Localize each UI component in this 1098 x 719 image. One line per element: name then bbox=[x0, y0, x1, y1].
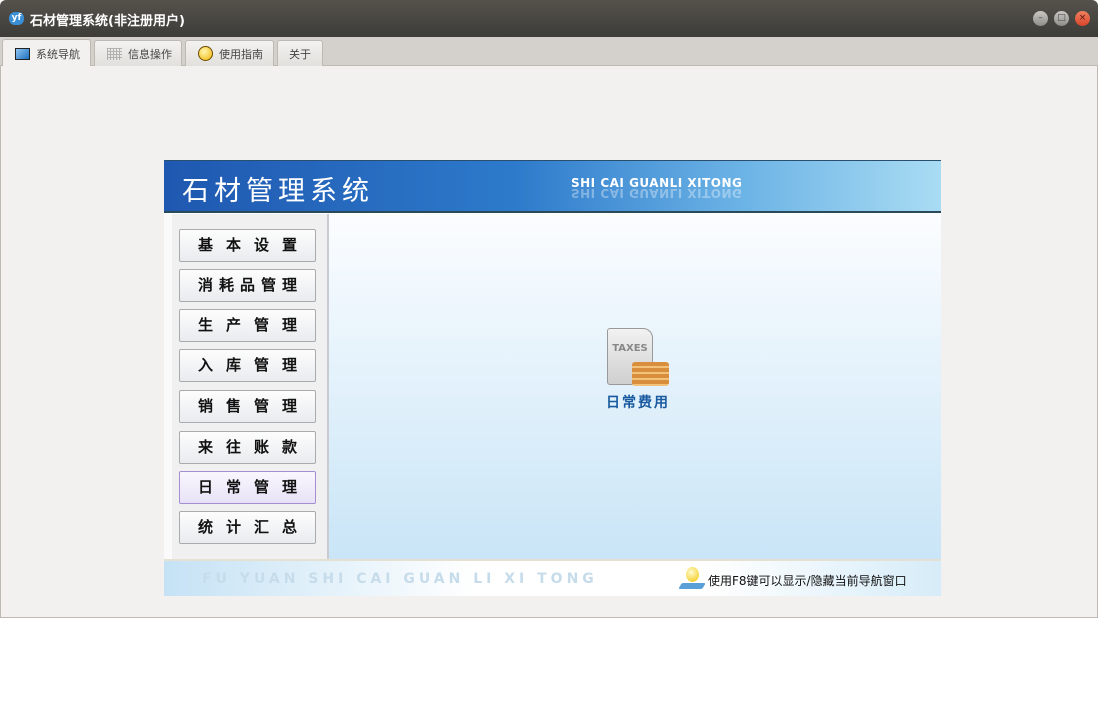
header-title: 石材管理系统 bbox=[182, 176, 374, 207]
maximize-button[interactable]: □ bbox=[1054, 11, 1069, 26]
title-bar: yf 石材管理系统(非注册用户) – □ × bbox=[0, 0, 1098, 37]
footer-brand: FU YUAN SHI CAI GUAN LI XI TONG bbox=[202, 571, 598, 587]
nav-consumables[interactable]: 消耗品管理 bbox=[179, 269, 316, 302]
lightbulb-icon bbox=[678, 567, 706, 593]
tab-label: 信息操作 bbox=[128, 47, 172, 61]
panel-header: 石材管理系统 SHI CAI GUANLI XITONG SHI CAI GUA… bbox=[164, 160, 941, 213]
nav-sidebar: 基本设置 消耗品管理 生产管理 入库管理 销售管理 来往账款 日常管理 统计汇总 bbox=[164, 214, 329, 559]
daily-expenses-item[interactable]: TAXES 日常费用 bbox=[601, 328, 675, 412]
coins-icon bbox=[632, 362, 669, 386]
tab-about[interactable]: 关于 bbox=[277, 40, 323, 66]
nav-sales[interactable]: 销售管理 bbox=[179, 390, 316, 423]
app-icon: yf bbox=[9, 12, 24, 25]
tab-label: 使用指南 bbox=[219, 47, 263, 61]
nav-basic-settings[interactable]: 基本设置 bbox=[179, 229, 316, 262]
footer-tip: 使用F8键可以显示/隐藏当前导航窗口 bbox=[708, 574, 907, 588]
nav-production[interactable]: 生产管理 bbox=[179, 309, 316, 342]
nav-inbound[interactable]: 入库管理 bbox=[179, 349, 316, 382]
tab-bar: 系统导航 信息操作 使用指南 关于 bbox=[0, 37, 1098, 67]
panel-footer: FU YUAN SHI CAI GUAN LI XI TONG 使用F8键可以显… bbox=[164, 559, 941, 596]
main-content: TAXES 日常费用 bbox=[329, 214, 941, 559]
window-title: 石材管理系统(非注册用户) bbox=[30, 14, 185, 29]
close-button[interactable]: × bbox=[1075, 11, 1090, 26]
nav-statistics[interactable]: 统计汇总 bbox=[179, 511, 316, 544]
minimize-button[interactable]: – bbox=[1033, 11, 1048, 26]
nav-daily[interactable]: 日常管理 bbox=[179, 471, 316, 504]
monitor-icon bbox=[15, 47, 30, 60]
tab-label: 系统导航 bbox=[36, 47, 80, 61]
nav-accounts[interactable]: 来往账款 bbox=[179, 431, 316, 464]
help-icon bbox=[198, 46, 213, 61]
tab-system-nav[interactable]: 系统导航 bbox=[2, 39, 91, 67]
tab-guide[interactable]: 使用指南 bbox=[185, 40, 274, 66]
navigation-panel: 石材管理系统 SHI CAI GUANLI XITONG SHI CAI GUA… bbox=[164, 160, 941, 596]
tab-info-ops[interactable]: 信息操作 bbox=[94, 40, 182, 66]
header-subtitle-reflection: SHI CAI GUANLI XITONG bbox=[571, 186, 743, 200]
item-label: 日常费用 bbox=[606, 395, 670, 411]
tab-label: 关于 bbox=[289, 47, 311, 61]
taxes-icon: TAXES bbox=[606, 328, 670, 388]
grid-icon bbox=[107, 47, 122, 60]
